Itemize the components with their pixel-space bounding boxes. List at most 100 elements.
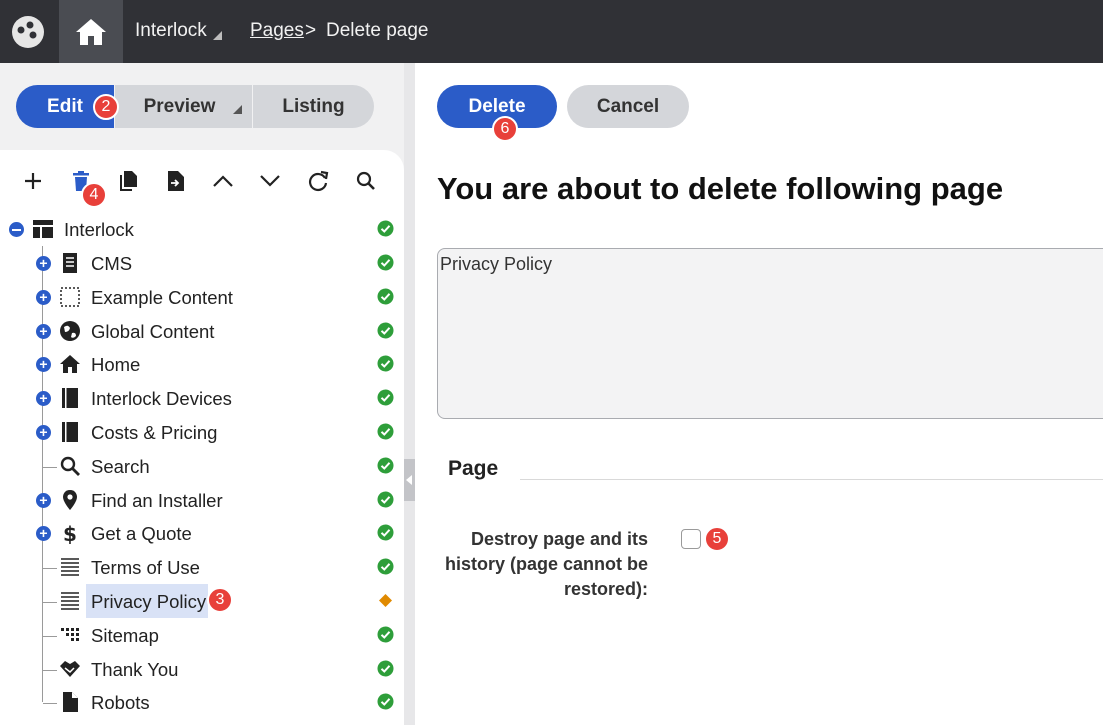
modified-status-icon (379, 594, 392, 607)
tab-preview[interactable]: Preview (115, 85, 252, 128)
book-icon (62, 388, 78, 409)
published-status-icon (377, 220, 394, 237)
cancel-button[interactable]: Cancel (567, 85, 689, 128)
breadcrumb-separator: > (305, 20, 317, 41)
expand-icon[interactable]: + (36, 323, 51, 339)
expand-icon[interactable]: + (36, 526, 51, 542)
tree-item[interactable]: + Global Content (0, 315, 404, 349)
section-divider (520, 479, 1103, 480)
step-badge-6: 6 (492, 116, 518, 142)
page-name-field[interactable]: Privacy Policy (437, 248, 1103, 419)
section-title-page: Page (448, 457, 499, 480)
published-status-icon (377, 288, 394, 305)
tree-item-label: Interlock Devices (91, 388, 232, 410)
tree-item-label: CMS (91, 253, 133, 274)
tree-item[interactable]: Sitemap (0, 619, 404, 653)
tree-root-label: Interlock (64, 219, 134, 240)
tab-preview-label: Preview (143, 95, 216, 117)
published-status-icon (377, 626, 394, 643)
move-icon (168, 171, 184, 191)
step-badge-3: 3 (207, 587, 233, 613)
panel-splitter[interactable] (404, 63, 415, 725)
tree-item[interactable]: + Find an Installer (0, 484, 404, 518)
plus-icon (25, 173, 41, 189)
move-page-button[interactable] (163, 168, 189, 194)
expand-icon[interactable]: + (36, 357, 51, 373)
expand-icon[interactable]: + (36, 425, 51, 440)
home-button[interactable] (59, 0, 123, 63)
published-status-icon (377, 355, 394, 372)
tree-item-label: Get a Quote (91, 523, 192, 545)
add-page-button[interactable] (20, 168, 46, 194)
page-heading: You are about to delete following page (437, 171, 1004, 206)
search-tree-button[interactable] (353, 168, 379, 194)
copy-page-button[interactable] (115, 168, 141, 194)
tree-branch-line (43, 466, 57, 468)
published-status-icon (377, 457, 394, 474)
preview-caret-icon[interactable] (233, 105, 242, 114)
published-status-icon (377, 322, 394, 339)
tree-item-label: Thank You (91, 658, 179, 680)
move-up-button[interactable] (210, 168, 236, 194)
site-caret-icon[interactable] (213, 31, 222, 40)
tree-item[interactable]: Robots (0, 686, 404, 720)
handshake-icon (60, 660, 80, 677)
tree-root-interlock[interactable]: Interlock (0, 213, 404, 247)
tree-item[interactable]: + Example Content (0, 281, 404, 315)
tree-item-label: Home (91, 354, 141, 376)
grid-icon (61, 627, 79, 641)
tree-branch-line (43, 602, 57, 603)
tree-item-label: Example Content (91, 286, 233, 308)
collapse-panel-icon[interactable] (406, 475, 412, 485)
tree-branch-line (43, 635, 57, 637)
move-down-button[interactable] (257, 168, 283, 194)
refresh-icon (308, 170, 329, 192)
arrow-down-icon (260, 175, 280, 187)
tree-item[interactable]: Privacy Policy (0, 585, 404, 619)
globe-icon (60, 320, 80, 341)
expand-icon[interactable]: + (36, 256, 51, 271)
tree-item-label: Privacy Policy (91, 591, 207, 612)
tree-item[interactable]: + Home (0, 348, 404, 382)
tree-item[interactable]: + $ Get a Quote (0, 517, 404, 551)
tab-listing[interactable]: Listing (253, 85, 374, 128)
refresh-button[interactable] (305, 168, 331, 194)
tree-branch-line (43, 669, 57, 671)
tree-item-label: Sitemap (91, 624, 159, 646)
app-logo[interactable] (0, 0, 56, 63)
expand-icon[interactable]: + (36, 391, 51, 407)
step-badge-5: 5 (704, 526, 730, 552)
tree-item[interactable]: + Costs & Pricing (0, 416, 404, 450)
home-icon (60, 355, 80, 374)
tree-item-label: Search (91, 455, 150, 477)
destroy-history-label: Destroy page and its history (page canno… (444, 529, 648, 599)
dashed-box-icon (60, 287, 80, 307)
tree-item-label: Find an Installer (91, 489, 223, 511)
tree-branch-line (43, 703, 57, 705)
expand-icon[interactable]: + (36, 492, 51, 508)
destroy-history-checkbox[interactable] (681, 529, 701, 549)
map-pin-icon (63, 489, 77, 510)
lines-icon (61, 558, 79, 576)
tree-item-label: Terms of Use (91, 557, 200, 579)
collapse-icon[interactable] (9, 222, 24, 237)
step-badge-4: 4 (81, 182, 107, 208)
book-icon (62, 422, 78, 442)
published-status-icon (377, 524, 394, 541)
tree-item[interactable]: + Interlock Devices (0, 382, 404, 416)
tree-item-label: Costs & Pricing (91, 422, 218, 443)
breadcrumb-pages-link[interactable]: Pages (250, 20, 304, 42)
tree-branch-line (43, 568, 57, 570)
tree-item[interactable]: Search (0, 450, 404, 484)
tree-item-label: Global Content (91, 320, 215, 342)
site-layout-icon (33, 220, 53, 238)
tree-item[interactable]: + CMS (0, 247, 404, 281)
search-icon (356, 171, 375, 190)
tree-item[interactable]: Terms of Use (0, 551, 404, 585)
lines-icon (61, 592, 79, 610)
tree-item-label: Robots (91, 692, 150, 714)
tree-item[interactable]: Thank You (0, 653, 404, 687)
copy-icon (120, 171, 137, 191)
site-selector[interactable]: Interlock (135, 20, 207, 42)
expand-icon[interactable]: + (36, 289, 51, 305)
